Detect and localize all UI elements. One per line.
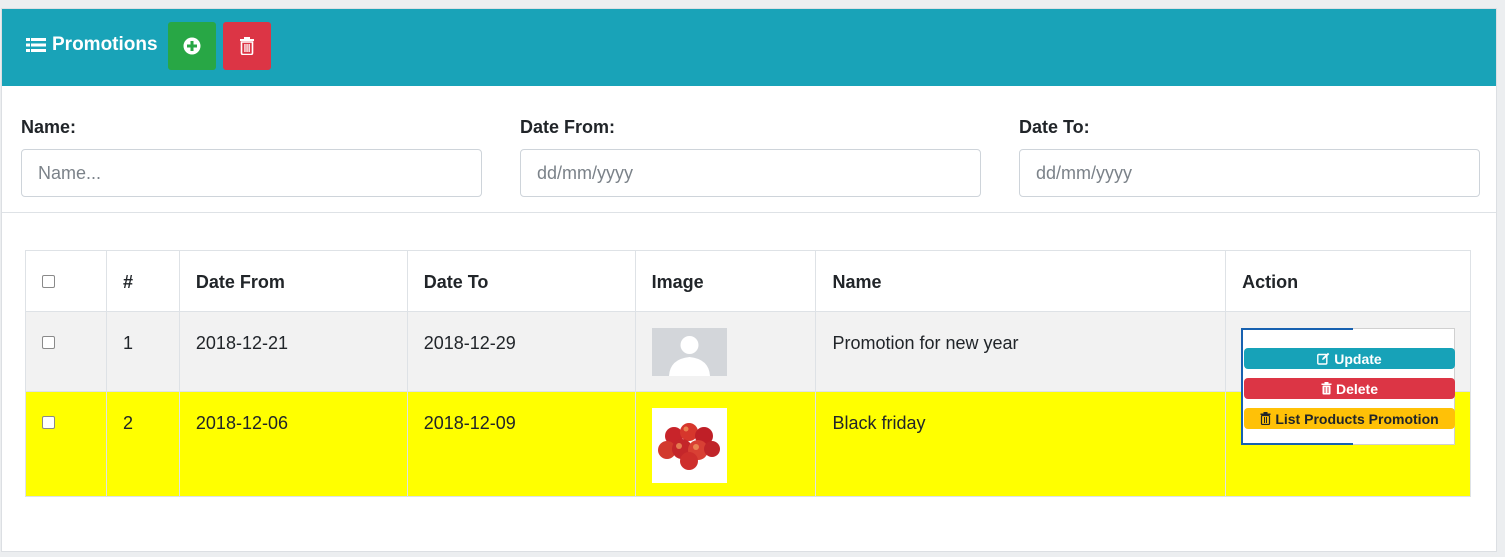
- page-title: Promotions: [26, 34, 158, 56]
- column-header: Name: [815, 250, 1227, 312]
- delete-label: Delete: [1335, 380, 1379, 397]
- trash-icon: [1260, 412, 1271, 425]
- column-header: Image: [634, 250, 817, 312]
- delete-button[interactable]: Delete: [1244, 378, 1455, 399]
- list-icon: [26, 38, 46, 52]
- delete-selected-button[interactable]: [223, 22, 271, 70]
- column-header: Date From: [178, 250, 408, 312]
- trash-icon: [240, 37, 254, 55]
- dropdown-accent: [1241, 443, 1353, 445]
- date-to-filter: Date To:: [1019, 117, 1480, 197]
- row-date-from: 2018-12-21: [178, 311, 408, 392]
- list-products-label: List Products Promotion: [1275, 410, 1439, 427]
- name-filter: Name:: [21, 117, 482, 197]
- row-name: Promotion for new year: [815, 311, 1227, 392]
- row-name: Black friday: [815, 391, 1227, 497]
- row-select-cell: [25, 391, 107, 497]
- row-select-cell: [25, 311, 107, 392]
- update-button[interactable]: Update: [1244, 348, 1455, 369]
- dropdown-accent: [1241, 328, 1353, 330]
- column-header: Action: [1225, 250, 1471, 312]
- name-input[interactable]: [21, 149, 482, 197]
- apples-image: [651, 408, 727, 483]
- list-products-promotion-button[interactable]: List Products Promotion: [1244, 408, 1455, 429]
- row-checkbox[interactable]: [42, 416, 55, 429]
- edit-icon: [1317, 352, 1330, 365]
- select-all-checkbox[interactable]: [42, 275, 55, 288]
- row-index: 2: [105, 391, 180, 497]
- add-promotion-button[interactable]: [168, 22, 216, 70]
- row-date-to: 2018-12-29: [406, 311, 636, 392]
- column-header: #: [105, 250, 180, 312]
- date-from-input[interactable]: [520, 149, 981, 197]
- date-to-input[interactable]: [1019, 149, 1480, 197]
- column-header: Date To: [406, 250, 636, 312]
- row-image-cell: [634, 391, 817, 497]
- trash-icon: [1321, 382, 1332, 395]
- row-checkbox[interactable]: [42, 336, 55, 349]
- actions-dropdown: Update Delete List Products Promotion: [1241, 328, 1455, 445]
- date-from-label: Date From:: [520, 117, 616, 137]
- dropdown-accent: [1241, 329, 1243, 444]
- row-index: 1: [105, 311, 180, 392]
- row-date-to: 2018-12-09: [406, 391, 636, 497]
- row-image-cell: [634, 311, 817, 392]
- name-label: Name:: [21, 117, 77, 137]
- select-all-cell: [25, 250, 107, 312]
- table-header-row: # Date From Date To Image Name Action: [25, 250, 1471, 312]
- plus-circle-icon: [183, 37, 201, 55]
- avatar-placeholder-image: [651, 328, 727, 376]
- date-to-label: Date To:: [1019, 117, 1090, 137]
- divider: [2, 212, 1496, 213]
- date-from-filter: Date From:: [520, 117, 981, 197]
- card-header: Promotions: [2, 9, 1496, 86]
- row-date-from: 2018-12-06: [178, 391, 408, 497]
- update-label: Update: [1334, 350, 1382, 367]
- page-title-text: Promotions: [52, 34, 158, 55]
